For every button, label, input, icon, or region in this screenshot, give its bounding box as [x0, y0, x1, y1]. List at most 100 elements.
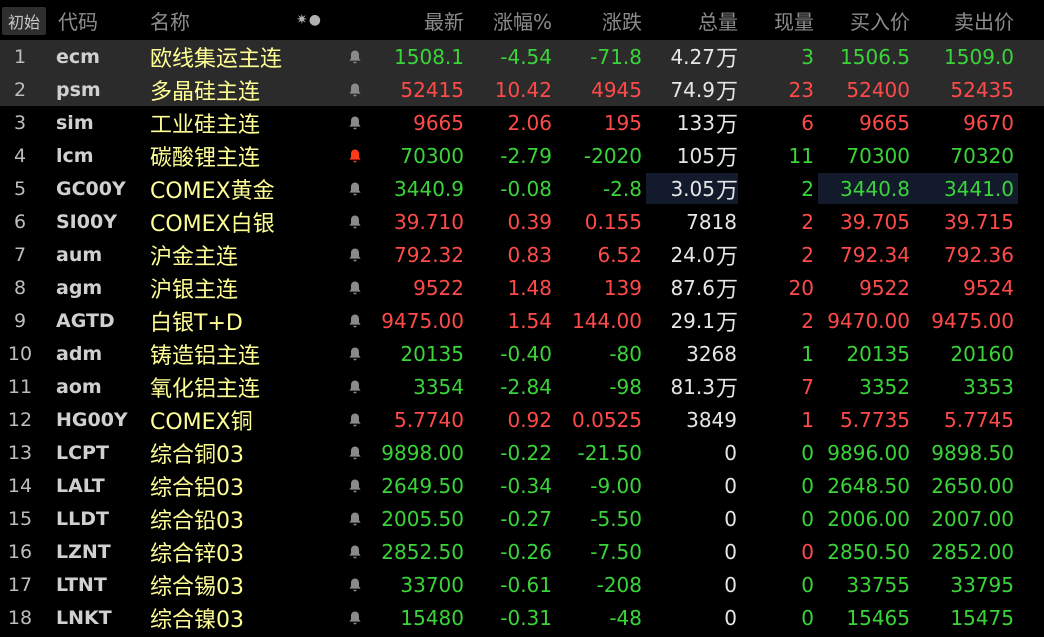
row-index: 11 — [7, 375, 33, 398]
change-percent: -0.34 — [500, 473, 552, 498]
change-percent: -0.40 — [500, 341, 552, 366]
row-index: 7 — [13, 243, 27, 266]
column-header-current-volume[interactable]: 现量 — [748, 0, 814, 40]
table-row[interactable]: 3 sim 工业硅主连 9665 2.06 195 133 万 6 9665 96… — [0, 106, 1044, 139]
latest-price: 70300 — [400, 143, 464, 168]
volume-number: 4.27 — [670, 44, 715, 69]
table-row[interactable]: 1 ecm 欧线集运主连 1508.1 -4.54 -71.8 4.27 万 3 … — [0, 40, 1044, 73]
row-index: 12 — [7, 408, 33, 431]
volume-unit: 万 — [715, 178, 738, 204]
symbol-name: 沪银主连 — [150, 277, 239, 303]
total-volume: 0 — [646, 436, 738, 469]
current-volume: 2 — [801, 176, 814, 201]
volume-unit: 万 — [715, 112, 738, 138]
table-row[interactable]: 16 LZNT 综合锌03 2852.50 -0.26 -7.50 0 0 28… — [0, 535, 1044, 568]
current-volume: 3 — [801, 44, 814, 69]
volume-number: 0 — [724, 506, 737, 531]
total-volume: 7818 — [646, 205, 738, 238]
row-index: 4 — [13, 144, 27, 167]
ask-price: 9898.50 — [931, 440, 1014, 465]
current-volume: 0 — [801, 572, 814, 597]
row-index: 16 — [7, 540, 33, 563]
symbol-name: 白银T+D — [150, 310, 243, 336]
table-row[interactable]: 9 AGTD 白银T+D 9475.00 1.54 144.00 29.1 万 2… — [0, 304, 1044, 337]
table-row[interactable]: 15 LLDT 综合铅03 2005.50 -0.27 -5.50 0 0 20… — [0, 502, 1044, 535]
symbol-name: 铸造铝主连 — [150, 343, 261, 369]
current-volume: 2 — [801, 209, 814, 234]
symbol-code: LNKT — [56, 606, 112, 629]
latest-price: 52415 — [400, 77, 464, 102]
latest-price: 3354 — [413, 374, 464, 399]
volume-unit: 万 — [715, 46, 738, 72]
column-header-latest[interactable]: 最新 — [390, 0, 464, 40]
ask-price: 9524 — [963, 275, 1014, 300]
change-percent: -2.79 — [500, 143, 552, 168]
symbol-code: LTNT — [56, 573, 107, 596]
column-header-name[interactable]: 名称 — [150, 0, 190, 40]
change-value: -48 — [609, 605, 642, 630]
total-volume: 4.27 万 — [646, 40, 738, 73]
ask-price: 2007.00 — [931, 506, 1014, 531]
column-header-change-pct[interactable]: 涨幅% — [470, 0, 552, 40]
bid-price: 3440.8 — [840, 176, 910, 201]
volume-unit: 万 — [715, 79, 738, 105]
volume-unit: 万 — [715, 376, 738, 402]
current-volume: 6 — [801, 110, 814, 135]
ask-price: 2852.00 — [931, 539, 1014, 564]
change-value: -9.00 — [590, 473, 642, 498]
ask-price: 33795 — [950, 572, 1014, 597]
table-row[interactable]: 11 aom 氧化铝主连 3354 -2.84 -98 81.3 万 7 3352… — [0, 370, 1044, 403]
latest-price: 2852.50 — [381, 539, 464, 564]
table-row[interactable]: 5 GC00Y COMEX黄金 3440.9 -0.08 -2.8 3.05 万 … — [0, 172, 1044, 205]
table-row[interactable]: 13 LCPT 综合铜03 9898.00 -0.22 -21.50 0 0 9… — [0, 436, 1044, 469]
ask-price: 1509.0 — [944, 44, 1014, 69]
volume-number: 29.1 — [670, 308, 715, 333]
current-volume: 1 — [801, 407, 814, 432]
current-volume: 0 — [801, 539, 814, 564]
volume-number: 0 — [724, 473, 737, 498]
ask-price: 20160 — [950, 341, 1014, 366]
symbol-name: 综合铝03 — [150, 475, 244, 501]
latest-price: 9475.00 — [381, 308, 464, 333]
row-index: 18 — [7, 606, 33, 629]
total-volume: 0 — [646, 469, 738, 502]
table-row[interactable]: 7 aum 沪金主连 792.32 0.83 6.52 24.0 万 2 792.… — [0, 238, 1044, 271]
column-header-volume[interactable]: 总量 — [650, 0, 738, 40]
total-volume: 0 — [646, 601, 738, 634]
table-row[interactable]: 18 LNKT 综合镍03 15480 -0.31 -48 0 0 15465 … — [0, 601, 1044, 634]
symbol-code: LZNT — [56, 540, 111, 563]
symbol-code: adm — [56, 342, 103, 365]
ask-price: 5.7745 — [944, 407, 1014, 432]
table-row[interactable]: 14 LALT 综合铝03 2649.50 -0.34 -9.00 0 0 26… — [0, 469, 1044, 502]
column-header-ask[interactable]: 卖出价 — [920, 0, 1014, 40]
total-volume: 74.9 万 — [646, 73, 738, 106]
table-row[interactable]: 6 SI00Y COMEX白银 39.710 0.39 0.155 7818 2… — [0, 205, 1044, 238]
latest-price: 9898.00 — [381, 440, 464, 465]
table-row[interactable]: 17 LTNT 综合锡03 33700 -0.61 -208 0 0 33755… — [0, 568, 1044, 601]
column-tools-icon[interactable]: ✷● — [296, 0, 322, 40]
change-value: -2.8 — [602, 176, 642, 201]
table-row[interactable]: 12 HG00Y COMEX铜 5.7740 0.92 0.0525 3849 … — [0, 403, 1044, 436]
column-header-change[interactable]: 涨跌 — [560, 0, 642, 40]
table-row[interactable]: 10 adm 铸造铝主连 20135 -0.40 -80 3268 1 2013… — [0, 337, 1044, 370]
table-body: 1 ecm 欧线集运主连 1508.1 -4.54 -71.8 4.27 万 3 … — [0, 40, 1044, 634]
total-volume: 24.0 万 — [646, 238, 738, 271]
change-percent: -0.61 — [500, 572, 552, 597]
change-percent: 1.54 — [507, 308, 552, 333]
column-header-bid[interactable]: 买入价 — [822, 0, 910, 40]
column-header-code[interactable]: 代码 — [58, 0, 98, 40]
reset-button[interactable]: 初始 — [2, 7, 46, 35]
table-row[interactable]: 8 agm 沪银主连 9522 1.48 139 87.6 万 20 9522 9… — [0, 271, 1044, 304]
total-volume: 87.6 万 — [646, 271, 738, 304]
bid-price: 33755 — [846, 572, 910, 597]
change-value: -208 — [596, 572, 642, 597]
table-row[interactable]: 2 psm 多晶硅主连 52415 10.42 4945 74.9 万 23 52… — [0, 73, 1044, 106]
symbol-name: 欧线集运主连 — [150, 46, 283, 72]
quote-table: 初始 代码 名称 ✷● 最新 涨幅% 涨跌 总量 现量 买入价 卖出价 1 ec… — [0, 0, 1044, 637]
table-row[interactable]: 4 lcm 碳酸锂主连 70300 -2.79 -2020 105 万 11 70… — [0, 139, 1044, 172]
change-value: -5.50 — [590, 506, 642, 531]
change-percent: -0.22 — [500, 440, 552, 465]
change-value: 0.0525 — [572, 407, 642, 432]
bid-price: 9470.00 — [827, 308, 910, 333]
ask-price: 52435 — [950, 77, 1014, 102]
